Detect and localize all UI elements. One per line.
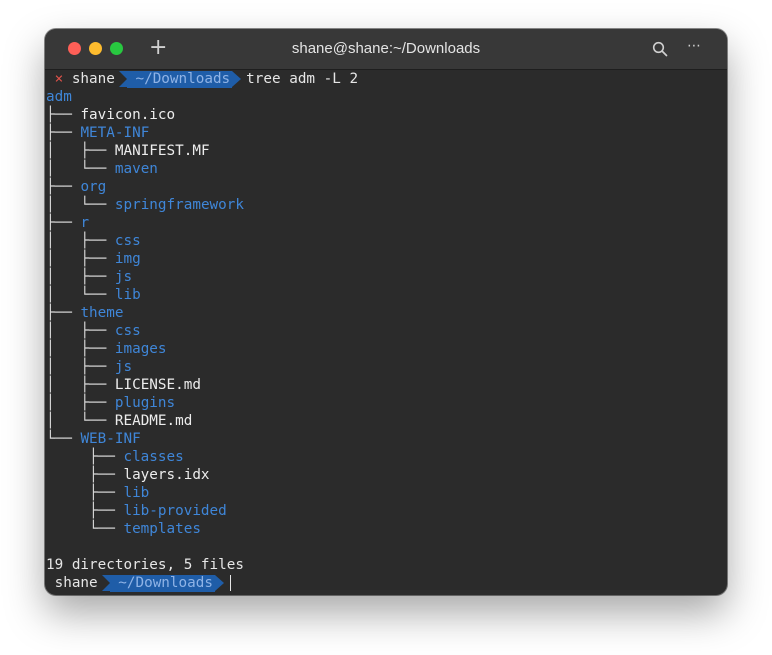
prompt-path-segment: ~/Downloads <box>102 575 224 592</box>
file-name: layers.idx <box>123 467 210 483</box>
command-text: tree adm -L 2 <box>246 71 359 87</box>
more-options-icon[interactable]: ⋯ <box>687 38 702 54</box>
tree-entry: ├── theme <box>46 304 727 322</box>
tree-entry: │ ├── img <box>46 250 727 268</box>
tree-branch: └── <box>46 521 124 537</box>
directory-name: maven <box>114 161 158 177</box>
tree-branch: │ └── <box>46 413 115 429</box>
directory-name: lib <box>114 287 141 303</box>
directory-name: WEB-INF <box>80 431 141 447</box>
prompt-line-active[interactable]: shane ~/Downloads <box>46 574 727 592</box>
tree-branch: ├── <box>46 107 81 123</box>
tree-entry: ├── layers.idx <box>46 466 727 484</box>
tree-summary: 19 directories, 5 files <box>46 557 244 573</box>
tree-branch: ├── <box>46 179 81 195</box>
tree-entry: │ └── README.md <box>46 412 727 430</box>
tree-branch: │ ├── <box>46 251 115 267</box>
tree-entry: │ └── springframework <box>46 196 727 214</box>
tree-branch: ├── <box>46 503 124 519</box>
prompt-path-segment: ~/Downloads <box>119 71 241 88</box>
tree-branch: ├── <box>46 215 81 231</box>
directory-name: r <box>80 215 90 231</box>
directory-name: images <box>114 341 167 357</box>
tree-branch: ├── <box>46 485 124 501</box>
tree-branch: ├── <box>46 125 81 141</box>
text-cursor <box>229 575 231 591</box>
tree-entry: │ ├── js <box>46 358 727 376</box>
prompt-line: × shane ~/Downloads tree adm -L 2 <box>46 70 727 88</box>
tree-branch: ├── <box>46 305 81 321</box>
tree-branch: │ ├── <box>46 143 115 159</box>
tree-entry: ├── META-INF <box>46 124 727 142</box>
prompt-user: shane <box>54 575 98 591</box>
search-icon[interactable] <box>652 41 668 57</box>
tree-entry: ├── favicon.ico <box>46 106 727 124</box>
directory-name: classes <box>123 449 184 465</box>
tree-entry: │ ├── MANIFEST.MF <box>46 142 727 160</box>
tree-output: adm ├── favicon.ico ├── META-INF │ ├── MANI… <box>46 88 727 538</box>
tree-entry: │ └── lib <box>46 286 727 304</box>
directory-name: lib-provided <box>123 503 227 519</box>
file-name: MANIFEST.MF <box>114 143 210 159</box>
directory-name: js <box>114 359 133 375</box>
tree-branch: │ ├── <box>46 341 115 357</box>
title-bar: + shane@shane:~/Downloads ⋯ <box>45 29 727 70</box>
file-name: favicon.ico <box>80 107 176 123</box>
tree-branch: │ ├── <box>46 395 115 411</box>
directory-name: lib <box>123 485 150 501</box>
tree-branch: │ ├── <box>46 359 115 375</box>
tree-branch: │ └── <box>46 287 115 303</box>
directory-name: templates <box>123 521 201 537</box>
tree-branch: │ └── <box>46 197 115 213</box>
tree-entry: │ ├── js <box>46 268 727 286</box>
tree-entry: ├── lib-provided <box>46 502 727 520</box>
directory-name: js <box>114 269 133 285</box>
tree-entry: └── WEB-INF <box>46 430 727 448</box>
tree-entry: └── templates <box>46 520 727 538</box>
tree-branch: ├── <box>46 467 124 483</box>
tree-entry: ├── classes <box>46 448 727 466</box>
terminal-window: + shane@shane:~/Downloads ⋯ × shane ~/Do… <box>45 29 727 595</box>
prompt-user: shane <box>71 71 115 87</box>
directory-name: adm <box>46 89 72 105</box>
directory-name: plugins <box>114 395 176 411</box>
tree-entry: │ ├── LICENSE.md <box>46 376 727 394</box>
tree-branch: │ └── <box>46 161 115 177</box>
directory-name: springframework <box>114 197 244 213</box>
tree-branch: │ ├── <box>46 323 115 339</box>
tree-entry: ├── lib <box>46 484 727 502</box>
tree-entry: ├── r <box>46 214 727 232</box>
tree-branch: │ ├── <box>46 269 115 285</box>
directory-name: img <box>114 251 141 267</box>
file-name: README.md <box>114 413 193 429</box>
tree-branch: └── <box>46 431 81 447</box>
directory-name: org <box>80 179 107 195</box>
tree-entry: │ └── maven <box>46 160 727 178</box>
tree-entry: adm <box>46 88 727 106</box>
directory-name: META-INF <box>80 125 150 141</box>
tree-entry: ├── org <box>46 178 727 196</box>
tree-entry: │ ├── plugins <box>46 394 727 412</box>
directory-name: theme <box>80 305 124 321</box>
window-title: shane@shane:~/Downloads <box>291 40 481 57</box>
tree-branch: ├── <box>46 449 124 465</box>
tree-entry: │ ├── css <box>46 232 727 250</box>
error-status-icon: × <box>54 71 64 87</box>
file-name: LICENSE.md <box>114 377 201 393</box>
directory-name: css <box>114 323 141 339</box>
tree-branch: │ ├── <box>46 377 115 393</box>
tree-branch: │ ├── <box>46 233 115 249</box>
tree-entry: │ ├── images <box>46 340 727 358</box>
directory-name: css <box>114 233 141 249</box>
terminal-content[interactable]: × shane ~/Downloads tree adm -L 2 adm ├── … <box>46 70 727 595</box>
tree-entry: │ ├── css <box>46 322 727 340</box>
